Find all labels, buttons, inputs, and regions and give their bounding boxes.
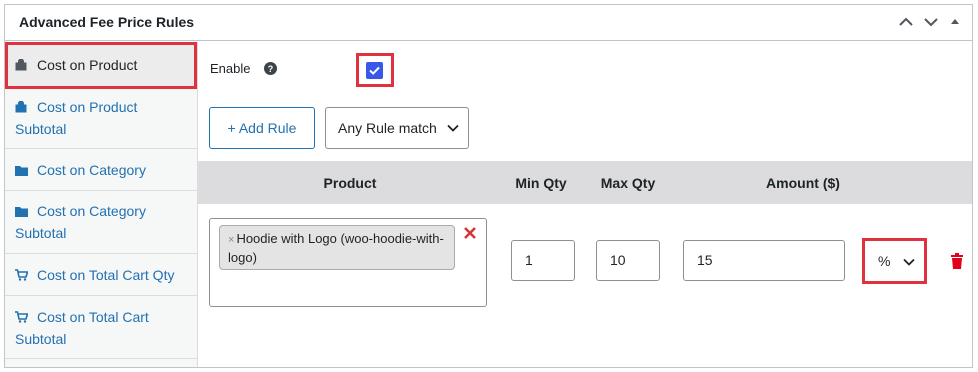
sidebar-item-cost-on-product-subtotal[interactable]: Cost on Product Subtotal <box>5 89 197 149</box>
amount-type-value: % <box>878 253 891 269</box>
sidebar-item-cost-on-category-subtotal[interactable]: Cost on Category Subtotal <box>5 191 197 254</box>
sidebar-item-label: Cost on Product <box>37 57 138 73</box>
rules-table-header: Product Min Qty Max Qty Amount ($) <box>198 161 972 204</box>
help-icon[interactable]: ? <box>264 62 277 75</box>
checkmark-icon <box>366 62 383 79</box>
rules-main: Enable ? + Add Rule Any Rule match Produ… <box>198 42 972 367</box>
chevron-up-icon[interactable] <box>895 11 917 33</box>
enable-label: Enable <box>210 61 251 76</box>
amount-input[interactable]: 15 <box>683 240 845 281</box>
sidebar-item-label: Cost on Category <box>37 162 146 178</box>
trash-icon[interactable] <box>951 253 963 269</box>
rule-match-value: Any Rule match <box>338 120 437 136</box>
sidebar: Cost on Product Cost on Product Subtotal… <box>5 42 198 367</box>
panel-header: Advanced Fee Price Rules <box>5 5 972 41</box>
max-qty-input[interactable]: 10 <box>596 240 660 281</box>
amount-type-select[interactable]: % <box>862 238 927 284</box>
sidebar-item-label: Cost on Category Subtotal <box>15 203 146 241</box>
sidebar-item-label: Cost on Product Subtotal <box>15 99 138 137</box>
add-rule-button[interactable]: + Add Rule <box>209 107 315 149</box>
remove-product-icon[interactable] <box>463 226 477 240</box>
chevron-down-icon <box>903 258 915 266</box>
triangle-up-icon[interactable] <box>944 11 966 33</box>
bag-icon <box>15 55 29 71</box>
fee-rules-panel: Advanced Fee Price Rules Cost on Product… <box>4 4 973 368</box>
sidebar-item-label: Cost on Total Cart Qty <box>37 267 175 283</box>
svg-text:?: ? <box>268 64 274 74</box>
product-chip-label: Hoodie with Logo (woo-hoodie-with-logo) <box>228 231 444 265</box>
chevron-down-icon <box>447 124 459 132</box>
panel-title: Advanced Fee Price Rules <box>19 14 195 30</box>
cart-icon <box>15 265 29 281</box>
min-qty-input[interactable]: 1 <box>511 240 575 281</box>
chip-remove-button[interactable]: × <box>228 234 234 246</box>
column-header-product: Product <box>323 175 377 191</box>
cart-icon <box>15 307 29 323</box>
column-header-max-qty: Max Qty <box>600 175 656 191</box>
sidebar-item-cost-on-total-cart-subtotal[interactable]: Cost on Total Cart Subtotal <box>5 296 197 359</box>
product-select[interactable]: × Hoodie with Logo (woo-hoodie-with-logo) <box>209 218 487 307</box>
sidebar-item-label: Cost on Total Cart Subtotal <box>15 309 149 347</box>
rule-match-select[interactable]: Any Rule match <box>325 107 469 149</box>
sidebar-item-cost-on-total-cart-qty[interactable]: Cost on Total Cart Qty <box>5 254 197 296</box>
enable-checkbox[interactable] <box>356 53 394 87</box>
sidebar-item-cost-on-product[interactable]: Cost on Product <box>5 42 197 89</box>
folder-icon <box>15 160 29 176</box>
chevron-down-icon[interactable] <box>920 11 942 33</box>
column-header-amount: Amount ($) <box>766 175 840 191</box>
sidebar-item-cost-on-category[interactable]: Cost on Category <box>5 149 197 191</box>
column-header-min-qty: Min Qty <box>515 175 567 191</box>
product-chip: × Hoodie with Logo (woo-hoodie-with-logo) <box>219 225 455 270</box>
bag-icon <box>15 97 29 113</box>
folder-icon <box>15 201 29 217</box>
